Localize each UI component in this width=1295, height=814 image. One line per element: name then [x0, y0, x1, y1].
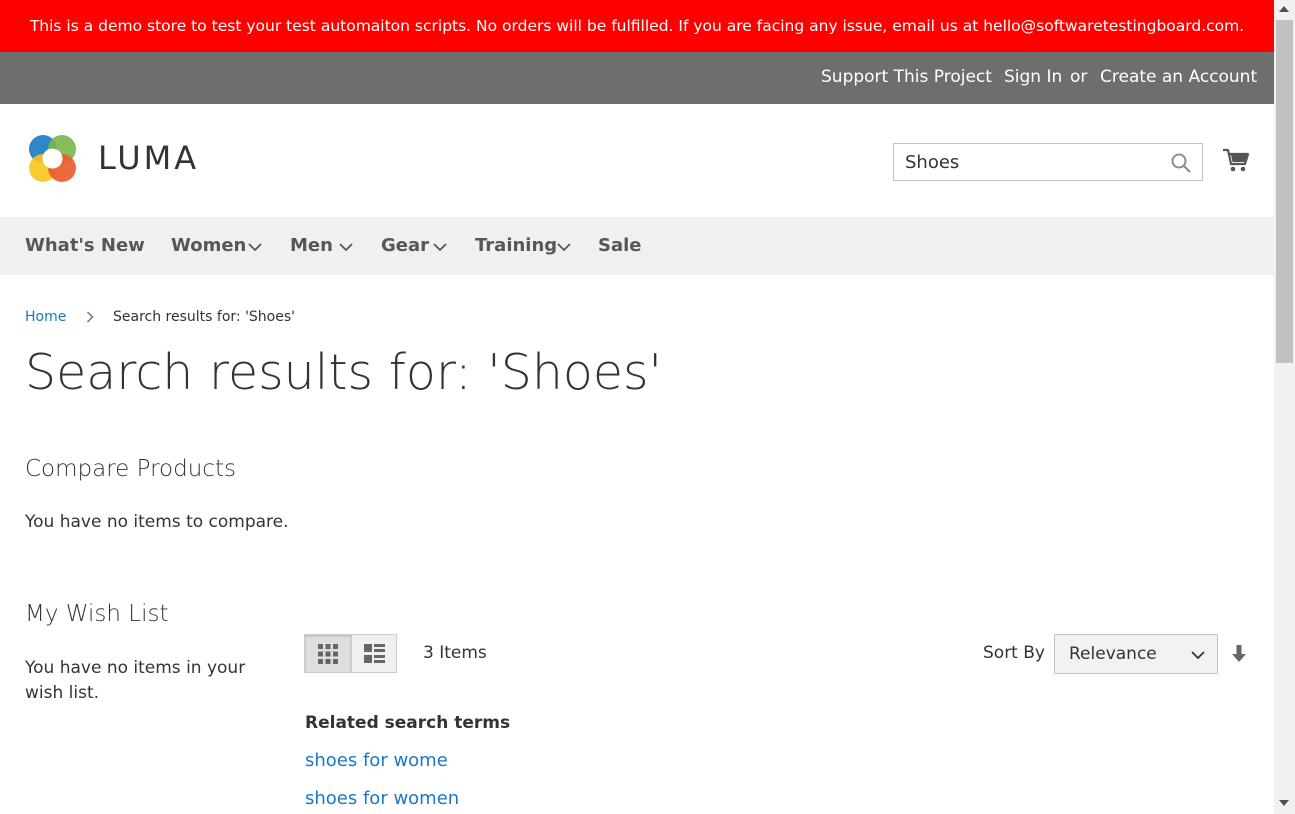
vertical-scrollbar[interactable] — [1274, 0, 1295, 814]
wishlist-empty-text: You have no items in your wish list. — [25, 658, 246, 703]
sort-by-select[interactable]: Relevance — [1054, 634, 1218, 674]
related-search-term-link[interactable]: shoes for women — [305, 788, 459, 809]
grid-view-button[interactable] — [305, 635, 351, 672]
cart-icon[interactable] — [1222, 146, 1250, 174]
list-icon — [364, 644, 385, 663]
main-navigation: What's New Women Men Gear Training Sale — [0, 217, 1274, 275]
breadcrumb-separator-icon — [86, 311, 94, 323]
page-title: Search results for: 'Shoes' — [25, 344, 662, 401]
chevron-down-icon — [1191, 651, 1205, 660]
compare-empty-text: You have no items to compare. — [25, 512, 289, 532]
nav-item-women[interactable]: Women — [171, 235, 246, 256]
compare-products-title: Compare Products — [25, 456, 236, 482]
nav-item-whats-new[interactable]: What's New — [25, 235, 145, 256]
related-search-term-link[interactable]: shoes for wome — [305, 750, 448, 771]
chevron-down-icon[interactable] — [557, 242, 571, 252]
luma-logo[interactable]: LUMA — [25, 131, 205, 187]
nav-item-gear[interactable]: Gear — [381, 235, 429, 256]
wishlist-title: My Wish List — [25, 601, 169, 627]
scrollbar-thumb[interactable] — [1276, 20, 1293, 363]
page: This is a demo store to test your test a… — [0, 0, 1274, 814]
logo-text: LUMA — [98, 139, 200, 177]
sign-in-link[interactable]: Sign In — [1004, 67, 1062, 87]
scroll-down-arrow-icon[interactable] — [1279, 800, 1289, 806]
chevron-down-icon[interactable] — [339, 242, 353, 252]
chevron-down-icon[interactable] — [433, 242, 447, 252]
top-links-bar: Support This Project Sign In or Create a… — [0, 52, 1274, 104]
sort-by-label: Sort By — [983, 643, 1045, 663]
search-icon[interactable] — [1170, 152, 1192, 174]
nav-item-sale[interactable]: Sale — [598, 235, 642, 256]
luma-logo-icon — [29, 135, 76, 182]
nav-item-men[interactable]: Men — [290, 235, 333, 256]
nav-item-training[interactable]: Training — [475, 235, 557, 256]
chevron-down-icon[interactable] — [248, 242, 262, 252]
sort-direction-arrow-icon[interactable] — [1231, 644, 1247, 664]
view-mode-switcher — [304, 634, 397, 673]
demo-notice-banner: This is a demo store to test your test a… — [0, 0, 1274, 52]
item-count: 3 Items — [423, 643, 487, 663]
grid-icon — [318, 644, 338, 664]
create-account-link[interactable]: Create an Account — [1100, 67, 1257, 87]
search-box[interactable]: Shoes — [893, 143, 1203, 181]
search-input[interactable]: Shoes — [905, 152, 959, 173]
or-text: or — [1070, 67, 1088, 87]
breadcrumb-home[interactable]: Home — [25, 309, 66, 325]
related-search-terms-title: Related search terms — [305, 713, 511, 733]
list-view-button[interactable] — [351, 635, 397, 672]
support-project-link[interactable]: Support This Project — [821, 67, 992, 87]
sort-by-value: Relevance — [1069, 644, 1157, 664]
site-header: LUMA Shoes — [0, 104, 1274, 217]
scroll-up-arrow-icon[interactable] — [1279, 6, 1289, 12]
breadcrumb-current: Search results for: 'Shoes' — [113, 309, 295, 325]
